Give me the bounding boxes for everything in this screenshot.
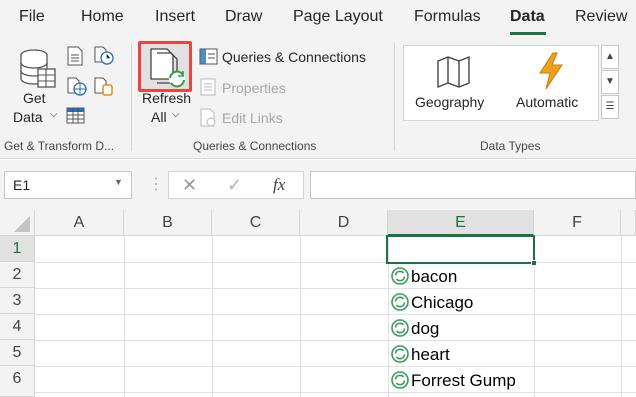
enter-check-icon[interactable]: ✓ [227,175,242,196]
tab-review[interactable]: Review [575,8,627,26]
properties-label: Properties [222,80,286,96]
geography-map-icon[interactable] [436,55,472,89]
column-header-f[interactable]: F [534,210,621,236]
from-web-icon[interactable] [66,77,88,97]
linked-data-type-icon[interactable] [391,319,409,337]
refresh-all-label-2[interactable]: All [151,109,167,125]
insert-function-icon[interactable]: fx [273,175,285,195]
column-header-e[interactable]: E [388,210,534,236]
tab-insert[interactable]: Insert [155,8,195,26]
tab-data[interactable]: Data [510,8,545,26]
get-transform-group-label: Get & Transform D... [4,139,115,153]
row-header-2[interactable]: 2 [0,262,35,288]
gallery-scroll-up-icon[interactable]: ▲ [601,45,619,69]
ribbon: Get Data ⌵ Get & Transform D... Refresh … [0,37,636,159]
cell-e5-value[interactable]: heart [411,345,450,365]
name-box-value: E1 [13,177,31,193]
selected-cell-e1[interactable] [386,235,535,264]
gridline [35,392,636,393]
database-icon [20,49,56,88]
group-separator [394,43,395,151]
formula-bar: E1 ▼ ⋮ ✕ ✓ fx [0,160,636,210]
get-data-label-2[interactable]: Data [13,109,43,125]
gallery-scroll-down-icon[interactable]: ▼ [601,70,619,94]
gridline [124,236,125,397]
edit-links-label: Edit Links [222,110,283,126]
automatic-label[interactable]: Automatic [516,94,578,110]
row-header-3[interactable]: 3 [0,288,35,314]
cell-e3-value[interactable]: Chicago [411,293,473,313]
get-data-label-1[interactable]: Get [23,90,46,106]
row-header-6[interactable]: 6 [0,366,35,397]
group-separator [131,43,132,151]
fill-handle[interactable] [531,260,537,266]
queries-group-label: Queries & Connections [193,139,317,153]
gridline [35,314,636,315]
refresh-all-label-1[interactable]: Refresh [142,90,191,106]
edit-links-icon [200,108,216,127]
tab-file[interactable]: File [19,8,45,26]
linked-data-type-icon[interactable] [391,345,409,363]
data-types-group-label: Data Types [480,139,541,153]
tab-draw[interactable]: Draw [225,8,262,26]
gallery-more-icon[interactable]: ☰ [601,95,619,119]
gridline [35,262,636,263]
gridline [35,340,636,341]
cancel-icon[interactable]: ✕ [182,175,197,196]
queries-connections-icon[interactable] [199,48,219,66]
ribbon-tab-bar: File Home Insert Draw Page Layout Formul… [0,0,636,37]
drag-handle-icon[interactable]: ⋮ [148,174,164,194]
gridline [621,236,622,397]
linked-data-type-icon[interactable] [391,371,409,389]
select-all-corner[interactable] [0,210,35,236]
cell-e2-value[interactable]: bacon [411,267,457,287]
automatic-lightning-icon[interactable] [536,51,566,91]
cell-e6-value[interactable]: Forrest Gump [411,371,516,391]
worksheet-grid: A B C D E F 1 2 3 4 5 6 bacon Chicago do… [0,210,636,397]
chevron-down-icon[interactable]: ▼ [114,177,123,187]
refresh-all-icon[interactable] [147,47,187,89]
name-box[interactable]: E1 [4,171,132,199]
gridline [35,288,636,289]
existing-connections-icon[interactable] [93,77,115,97]
active-tab-indicator [510,32,546,35]
from-table-icon[interactable] [66,106,86,126]
linked-data-type-icon[interactable] [391,293,409,311]
from-text-icon[interactable] [66,46,84,66]
formula-input[interactable] [310,171,636,199]
geography-label[interactable]: Geography [415,94,484,110]
gridline [212,236,213,397]
row-header-4[interactable]: 4 [0,314,35,340]
row-header-1[interactable]: 1 [0,236,35,262]
tab-home[interactable]: Home [81,8,124,26]
properties-icon [200,78,216,96]
queries-connections-label[interactable]: Queries & Connections [222,49,366,65]
column-header-d[interactable]: D [300,210,388,236]
column-header-b[interactable]: B [124,210,212,236]
column-header-c[interactable]: C [212,210,300,236]
chevron-down-icon[interactable]: ⌵ [172,109,180,120]
chevron-down-icon[interactable]: ⌵ [50,109,58,120]
recent-sources-icon[interactable] [93,46,115,66]
gridline [300,236,301,397]
column-header-overflow [621,210,636,236]
column-header-a[interactable]: A [35,210,124,236]
tab-formulas[interactable]: Formulas [414,8,481,26]
gridline [35,366,636,367]
cell-e4-value[interactable]: dog [411,319,439,339]
tab-page-layout[interactable]: Page Layout [293,8,383,26]
formula-buttons: ✕ ✓ fx [168,171,304,199]
linked-data-type-icon[interactable] [391,267,409,285]
row-header-5[interactable]: 5 [0,340,35,366]
